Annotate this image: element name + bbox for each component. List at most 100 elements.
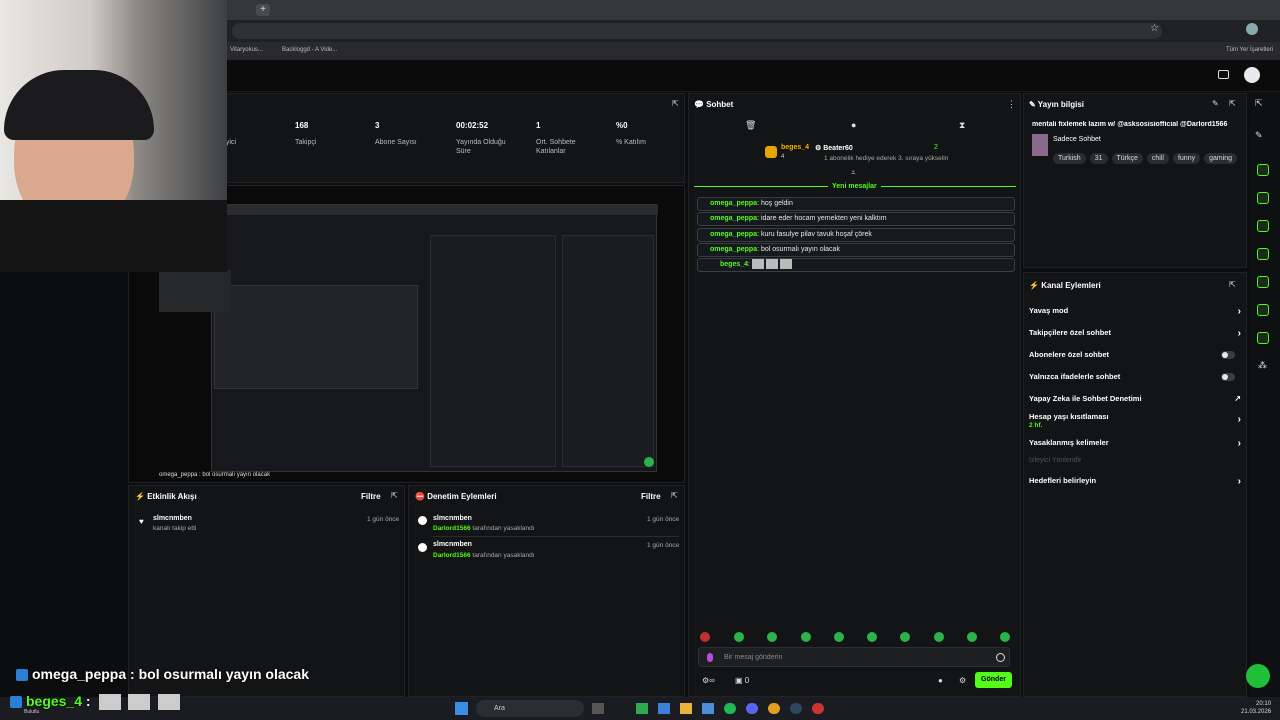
help-chat-icon[interactable] (1246, 664, 1270, 688)
sidebar-tool-icon[interactable] (1257, 332, 1269, 344)
chat-user[interactable]: beges_4 (720, 261, 748, 268)
chat-user[interactable]: omega_peppa (710, 231, 757, 238)
user-avatar[interactable] (1244, 67, 1260, 83)
moderation-filter-button[interactable]: Filtre (641, 492, 661, 501)
emote-icon[interactable] (967, 632, 977, 642)
moderation-user[interactable]: slmcnmben (433, 541, 472, 548)
moderator-name[interactable]: Darlord1566 (433, 552, 471, 559)
all-bookmarks[interactable]: Tüm Yer İşaretleri (1226, 47, 1273, 53)
profile-avatar[interactable] (1246, 23, 1258, 35)
sidebar-tool-icon[interactable] (1257, 276, 1269, 288)
popout-icon[interactable]: ⇱ (1229, 280, 1236, 289)
emote-icon[interactable] (934, 632, 944, 642)
star-icon[interactable]: ☆ (1150, 23, 1159, 34)
tag-chip[interactable]: chill (1146, 153, 1169, 164)
tag-chip[interactable]: 31 (1089, 153, 1108, 164)
gifter-name[interactable]: ⚙ Beater60 (815, 144, 853, 152)
activity-user[interactable]: slmcnmben (153, 515, 192, 522)
action-slow-mode[interactable]: Yavaş mod › (1029, 306, 1241, 317)
people-icon[interactable]: ⁂ (1258, 360, 1267, 371)
expand-icon[interactable]: ⇱ (672, 99, 679, 108)
tag-chip[interactable]: Türkçe (1111, 153, 1143, 164)
pencil-icon[interactable]: ✎ (1255, 130, 1263, 141)
tag-chip[interactable]: funny (1172, 153, 1201, 164)
chat-message[interactable]: omega_peppa: idare eder hocam yemekten y… (697, 212, 1015, 226)
obs-icon[interactable] (812, 703, 824, 714)
sidebar-tool-icon[interactable] (1257, 220, 1269, 232)
chat-settings-icon[interactable]: ⚙∞ (702, 676, 715, 685)
popout-icon[interactable]: ⇱ (671, 491, 678, 500)
taskview-icon[interactable] (592, 703, 604, 714)
chat-message[interactable]: omega_peppa: kuru fasulye pilav tavuk ho… (697, 228, 1015, 242)
moderator-name[interactable]: Darlord1566 (433, 525, 471, 532)
action-subscribers-only[interactable]: Abonelere özel sohbet (1029, 350, 1241, 359)
sidebar-tool-icon[interactable] (1257, 192, 1269, 204)
chat-bubble-icon[interactable]: ● (851, 120, 856, 130)
pinned-user[interactable]: beges_4 (781, 144, 809, 151)
emote-icon[interactable] (900, 632, 910, 642)
folder-icon[interactable] (680, 703, 692, 714)
hourglass-icon[interactable]: ⧗ (959, 120, 965, 131)
gifter-name-text[interactable]: Beater60 (823, 145, 853, 152)
clock[interactable]: 20:10 21.03.2026 (1241, 700, 1271, 716)
chat-user[interactable]: omega_peppa (710, 200, 757, 207)
popout-icon[interactable]: ⇱ (391, 491, 398, 500)
action-followers-only[interactable]: Takipçilere özel sohbet › (1029, 328, 1241, 339)
address-bar[interactable] (232, 23, 1162, 39)
moderation-user[interactable]: slmcnmben (433, 515, 472, 522)
edge-icon[interactable] (658, 703, 670, 714)
action-goals[interactable]: Hedefleri belirleyin › (1029, 476, 1241, 487)
chat-user[interactable]: omega_peppa (710, 215, 757, 222)
activity-filter-button[interactable]: Filtre (361, 492, 381, 501)
chat-input[interactable]: Bir mesaj gönderin (698, 647, 1010, 667)
chat-user[interactable]: omega_peppa (710, 246, 757, 253)
spotify-icon[interactable] (724, 703, 736, 714)
tag-chip[interactable]: gaming (1204, 153, 1238, 164)
emote-icon[interactable] (867, 632, 877, 642)
tv-icon[interactable] (1218, 70, 1229, 79)
send-button[interactable]: Gönder (975, 672, 1012, 688)
emote-icon[interactable] (700, 632, 710, 642)
kick-badge-icon (16, 669, 28, 682)
bookmark-item[interactable]: Vitaryokus... (230, 47, 263, 53)
edit-icon[interactable]: ✎ (1212, 99, 1219, 108)
steam-icon[interactable] (790, 703, 802, 714)
chat-message[interactable]: omega_peppa: bol osurmalı yayın olacak (697, 243, 1015, 257)
emote-icon[interactable] (734, 632, 744, 642)
emote-icon[interactable] (834, 632, 844, 642)
chrome-icon[interactable] (768, 703, 780, 714)
emote-icon[interactable] (767, 632, 777, 642)
trash-icon[interactable]: 🗑 (745, 120, 756, 131)
toggle-switch[interactable] (1221, 373, 1235, 381)
store-icon[interactable] (702, 703, 714, 714)
chat-bubble-icon[interactable]: ● (938, 676, 943, 685)
more-icon[interactable]: ⋮ (1007, 99, 1016, 110)
sidebar-tool-icon[interactable] (1257, 164, 1269, 176)
xbox-icon[interactable] (636, 703, 648, 714)
action-ai-moderation[interactable]: Yapay Zeka ile Sohbet Denetimi ↗ (1029, 394, 1241, 403)
sidebar-tool-icon[interactable] (1257, 304, 1269, 316)
chat-message[interactable]: beges_4: (697, 258, 1015, 272)
bookmark-item[interactable]: Backloggd - A Vide... (282, 47, 337, 53)
popout-icon[interactable]: ⇱ (1229, 99, 1236, 108)
action-banned-words[interactable]: Yasaklanmış kelimeler › (1029, 438, 1241, 449)
taskbar-search[interactable]: Ara (476, 700, 584, 717)
category-name[interactable]: Sadece Sohbet (1053, 136, 1101, 143)
category-thumbnail[interactable] (1032, 134, 1048, 156)
new-tab-button[interactable]: + (256, 4, 270, 16)
toggle-switch[interactable] (1221, 351, 1235, 359)
windows-start-icon[interactable] (455, 702, 468, 715)
emote-icon[interactable] (801, 632, 811, 642)
chat-message[interactable]: omega_peppa: hoş geldin (697, 197, 1015, 211)
emoji-picker-icon[interactable] (996, 653, 1005, 662)
action-account-age[interactable]: Hesap yaşı kısıtlaması › 2 hf. (1029, 412, 1241, 429)
sidebar-tool-icon[interactable] (1257, 248, 1269, 260)
collapse-icon[interactable]: ⩡ (851, 168, 856, 178)
emote-icon[interactable] (1000, 632, 1010, 642)
popout-icon[interactable]: ⇱ (1255, 98, 1263, 109)
discord-icon[interactable] (746, 703, 758, 714)
action-emotes-only[interactable]: Yalnızca ifadelerle sohbet (1029, 372, 1241, 381)
action-raid: İzleyici Yönlendir (1029, 457, 1241, 464)
gear-icon[interactable]: ⚙ (959, 676, 966, 685)
tag-chip[interactable]: Turkish (1053, 153, 1086, 164)
